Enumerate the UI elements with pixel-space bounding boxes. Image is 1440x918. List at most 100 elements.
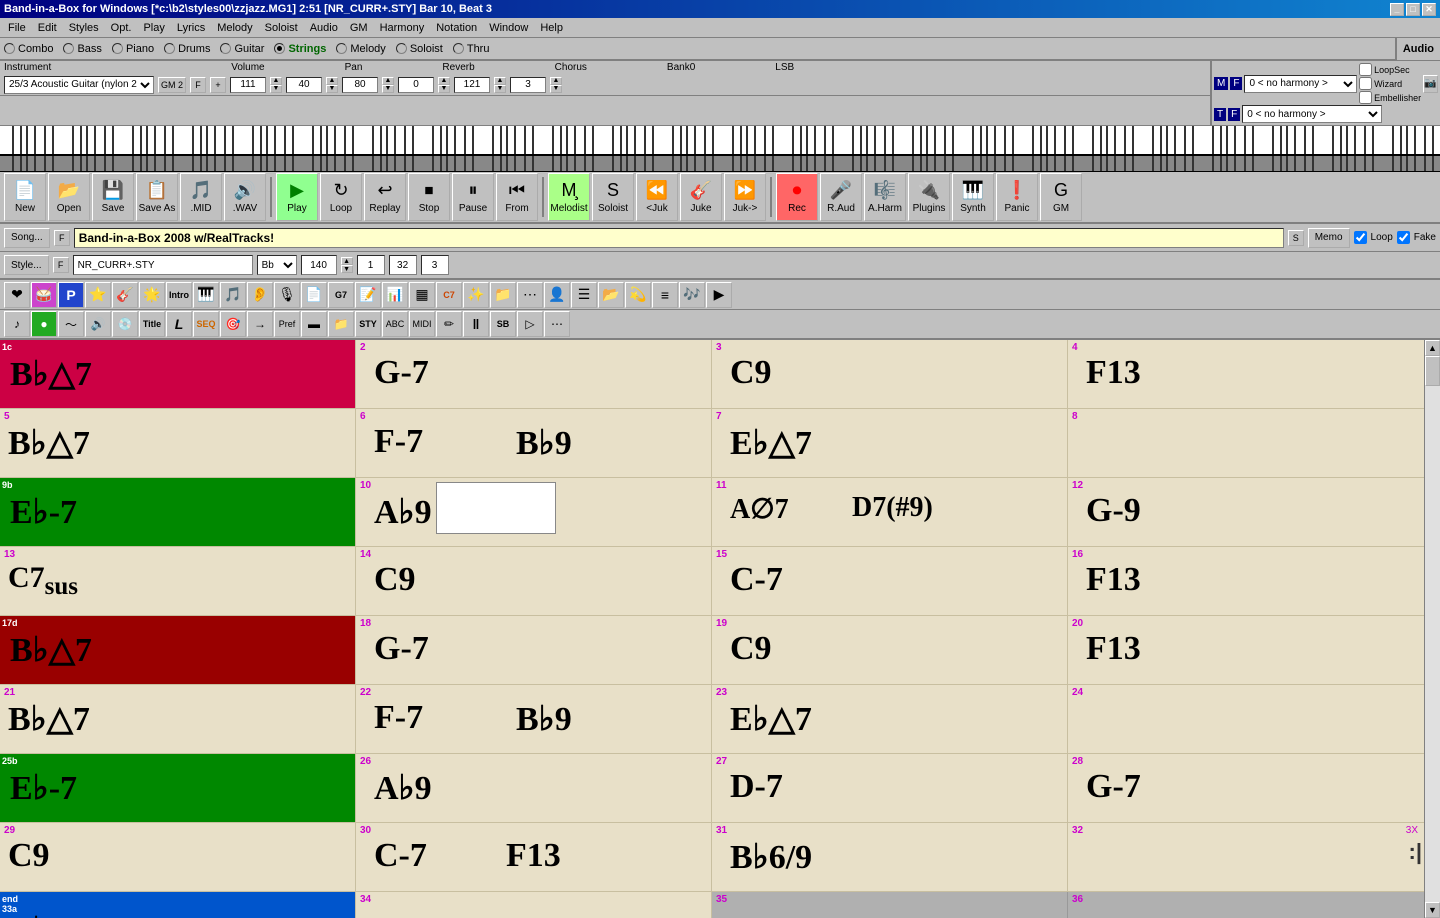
memo-button[interactable]: Memo <box>1308 228 1350 248</box>
gm2-button[interactable]: GM 2 <box>158 77 186 93</box>
bar-cell-7[interactable]: 7 E♭△7 <box>712 409 1068 477</box>
tempo-down[interactable]: ▼ <box>341 265 353 273</box>
icon-music[interactable]: 🎶 <box>679 282 705 308</box>
close-button[interactable]: ✕ <box>1422 3 1436 16</box>
r-aud-button[interactable]: 🎤 R.Aud <box>820 173 862 221</box>
bar-cell-36[interactable]: 36 <box>1068 892 1424 918</box>
instrument-select[interactable]: 25/3 Acoustic Guitar (nylon 2) <box>4 76 154 94</box>
radio-circle-thru[interactable] <box>453 43 464 54</box>
s-button[interactable]: S <box>1288 230 1304 246</box>
menu-harmony[interactable]: Harmony <box>374 20 431 36</box>
vertical-scrollbar[interactable]: ▲ ▼ <box>1424 340 1440 918</box>
icon3-wave[interactable]: 〜 <box>58 311 84 337</box>
icon3-seq[interactable]: SEQ <box>193 311 219 337</box>
bar-cell-9b[interactable]: 9b E♭-7 <box>0 478 356 546</box>
bar-cell-32[interactable]: 32 3X :| <box>1068 823 1424 891</box>
harmony-dropdown-1[interactable]: 0 < no harmony > <box>1244 75 1357 93</box>
menu-notation[interactable]: Notation <box>430 20 483 36</box>
radio-thru[interactable]: Thru <box>453 43 490 55</box>
bank0-down[interactable]: ▼ <box>494 85 506 93</box>
icon-p[interactable]: P <box>58 282 84 308</box>
radio-guitar[interactable]: Guitar <box>220 43 264 55</box>
menu-file[interactable]: File <box>2 20 32 36</box>
wav-button[interactable]: 🔊 .WAV <box>224 173 266 221</box>
icon-star3[interactable]: ✨ <box>463 282 489 308</box>
icon3-pen[interactable]: ✏ <box>436 311 462 337</box>
menu-play[interactable]: Play <box>137 20 170 36</box>
icon-star2[interactable]: 🌟 <box>139 282 165 308</box>
menu-gm[interactable]: GM <box>344 20 374 36</box>
song-f-button[interactable]: F <box>54 230 70 246</box>
icon-drum[interactable]: 🥁 <box>31 282 57 308</box>
bar-cell-20[interactable]: 20 F13 <box>1068 616 1424 684</box>
bars-start-input[interactable] <box>357 255 385 275</box>
a-harm-button[interactable]: 🎼 A.Harm <box>864 173 906 221</box>
window-controls[interactable]: _ □ ✕ <box>1390 3 1436 16</box>
reverb-spinner[interactable]: ▲ ▼ <box>382 77 394 93</box>
radio-soloist[interactable]: Soloist <box>396 43 443 55</box>
bar-cell-22[interactable]: 22 F-7 B♭9 <box>356 685 712 753</box>
bars-3-input[interactable] <box>421 255 449 275</box>
icon3-green[interactable]: ● <box>31 311 57 337</box>
stop-button[interactable]: ⏹ Stop <box>408 173 450 221</box>
radio-circle-soloist[interactable] <box>396 43 407 54</box>
menu-help[interactable]: Help <box>534 20 569 36</box>
icon-folder[interactable]: 📁 <box>490 282 516 308</box>
icon3-midi[interactable]: MIDI <box>409 311 435 337</box>
volume-up[interactable]: ▲ <box>270 77 282 85</box>
radio-melody[interactable]: Melody <box>336 43 385 55</box>
scroll-down-button[interactable]: ▼ <box>1425 902 1440 918</box>
tempo-input[interactable] <box>301 255 337 275</box>
icon3-eighth[interactable]: ♪ <box>4 311 30 337</box>
song-button[interactable]: Song... <box>4 228 50 248</box>
menu-edit[interactable]: Edit <box>32 20 63 36</box>
bar-cell-6[interactable]: 6 F-7 B♭9 <box>356 409 712 477</box>
icon3-style[interactable]: STY <box>355 311 381 337</box>
loop-button[interactable]: ↻ Loop <box>320 173 362 221</box>
chorus-spinner[interactable]: ▲ ▼ <box>438 77 450 93</box>
pan-input[interactable] <box>286 77 322 93</box>
gm-button[interactable]: G GM <box>1040 173 1082 221</box>
lsb-spinner[interactable]: ▲ ▼ <box>550 77 562 93</box>
icon3-title[interactable]: Title <box>139 311 165 337</box>
chorus-up[interactable]: ▲ <box>438 77 450 85</box>
icon-heart[interactable]: ❤ <box>4 282 30 308</box>
icon-piano2[interactable]: 🎹 <box>193 282 219 308</box>
bank0-input[interactable] <box>454 77 490 93</box>
radio-combo[interactable]: Combo <box>4 43 53 55</box>
save-button[interactable]: 💾 Save <box>92 173 134 221</box>
pan-up[interactable]: ▲ <box>326 77 338 85</box>
soloist-button[interactable]: S Soloist <box>592 173 634 221</box>
pause-button[interactable]: ⏸ Pause <box>452 173 494 221</box>
bar-cell-16[interactable]: 16 F13 <box>1068 547 1424 615</box>
harmony-dropdown-2[interactable]: 0 < no harmony > <box>1242 105 1382 123</box>
minimize-button[interactable]: _ <box>1390 3 1404 16</box>
loop-checkbox[interactable] <box>1354 231 1367 244</box>
menu-audio[interactable]: Audio <box>304 20 344 36</box>
icon-doc[interactable]: 📝 <box>355 282 381 308</box>
icon3-more[interactable]: ⋯ <box>544 311 570 337</box>
icon-g7[interactable]: G7 <box>328 282 354 308</box>
icon-star1[interactable]: ⭐ <box>85 282 111 308</box>
style-file-input[interactable] <box>73 255 253 275</box>
embellisher-check[interactable] <box>1359 91 1372 104</box>
icon-c7[interactable]: C7 <box>436 282 462 308</box>
f-button[interactable]: F <box>190 77 206 93</box>
menu-lyrics[interactable]: Lyrics <box>171 20 211 36</box>
bar-cell-23[interactable]: 23 E♭△7 <box>712 685 1068 753</box>
bar-cell-10[interactable]: 10 A♭9 <box>356 478 712 546</box>
tempo-spinner[interactable]: ▲ ▼ <box>341 257 353 273</box>
icon-ear[interactable]: 👂 <box>247 282 273 308</box>
chorus-input[interactable] <box>398 77 434 93</box>
new-button[interactable]: 📄 New <box>4 173 46 221</box>
icon-bars[interactable]: ≡ <box>652 282 678 308</box>
bar-cell-25b[interactable]: 25b E♭-7 <box>0 754 356 822</box>
bank0-up[interactable]: ▲ <box>494 77 506 85</box>
icon3-disk[interactable]: 💿 <box>112 311 138 337</box>
pan-down[interactable]: ▼ <box>326 85 338 93</box>
fake-checkbox[interactable] <box>1397 231 1410 244</box>
icon-right[interactable]: ▶ <box>706 282 732 308</box>
bar-cell-31[interactable]: 31 B♭6/9 <box>712 823 1068 891</box>
icon3-folder3[interactable]: 📁 <box>328 311 354 337</box>
mid-button[interactable]: 🎵 .MID <box>180 173 222 221</box>
